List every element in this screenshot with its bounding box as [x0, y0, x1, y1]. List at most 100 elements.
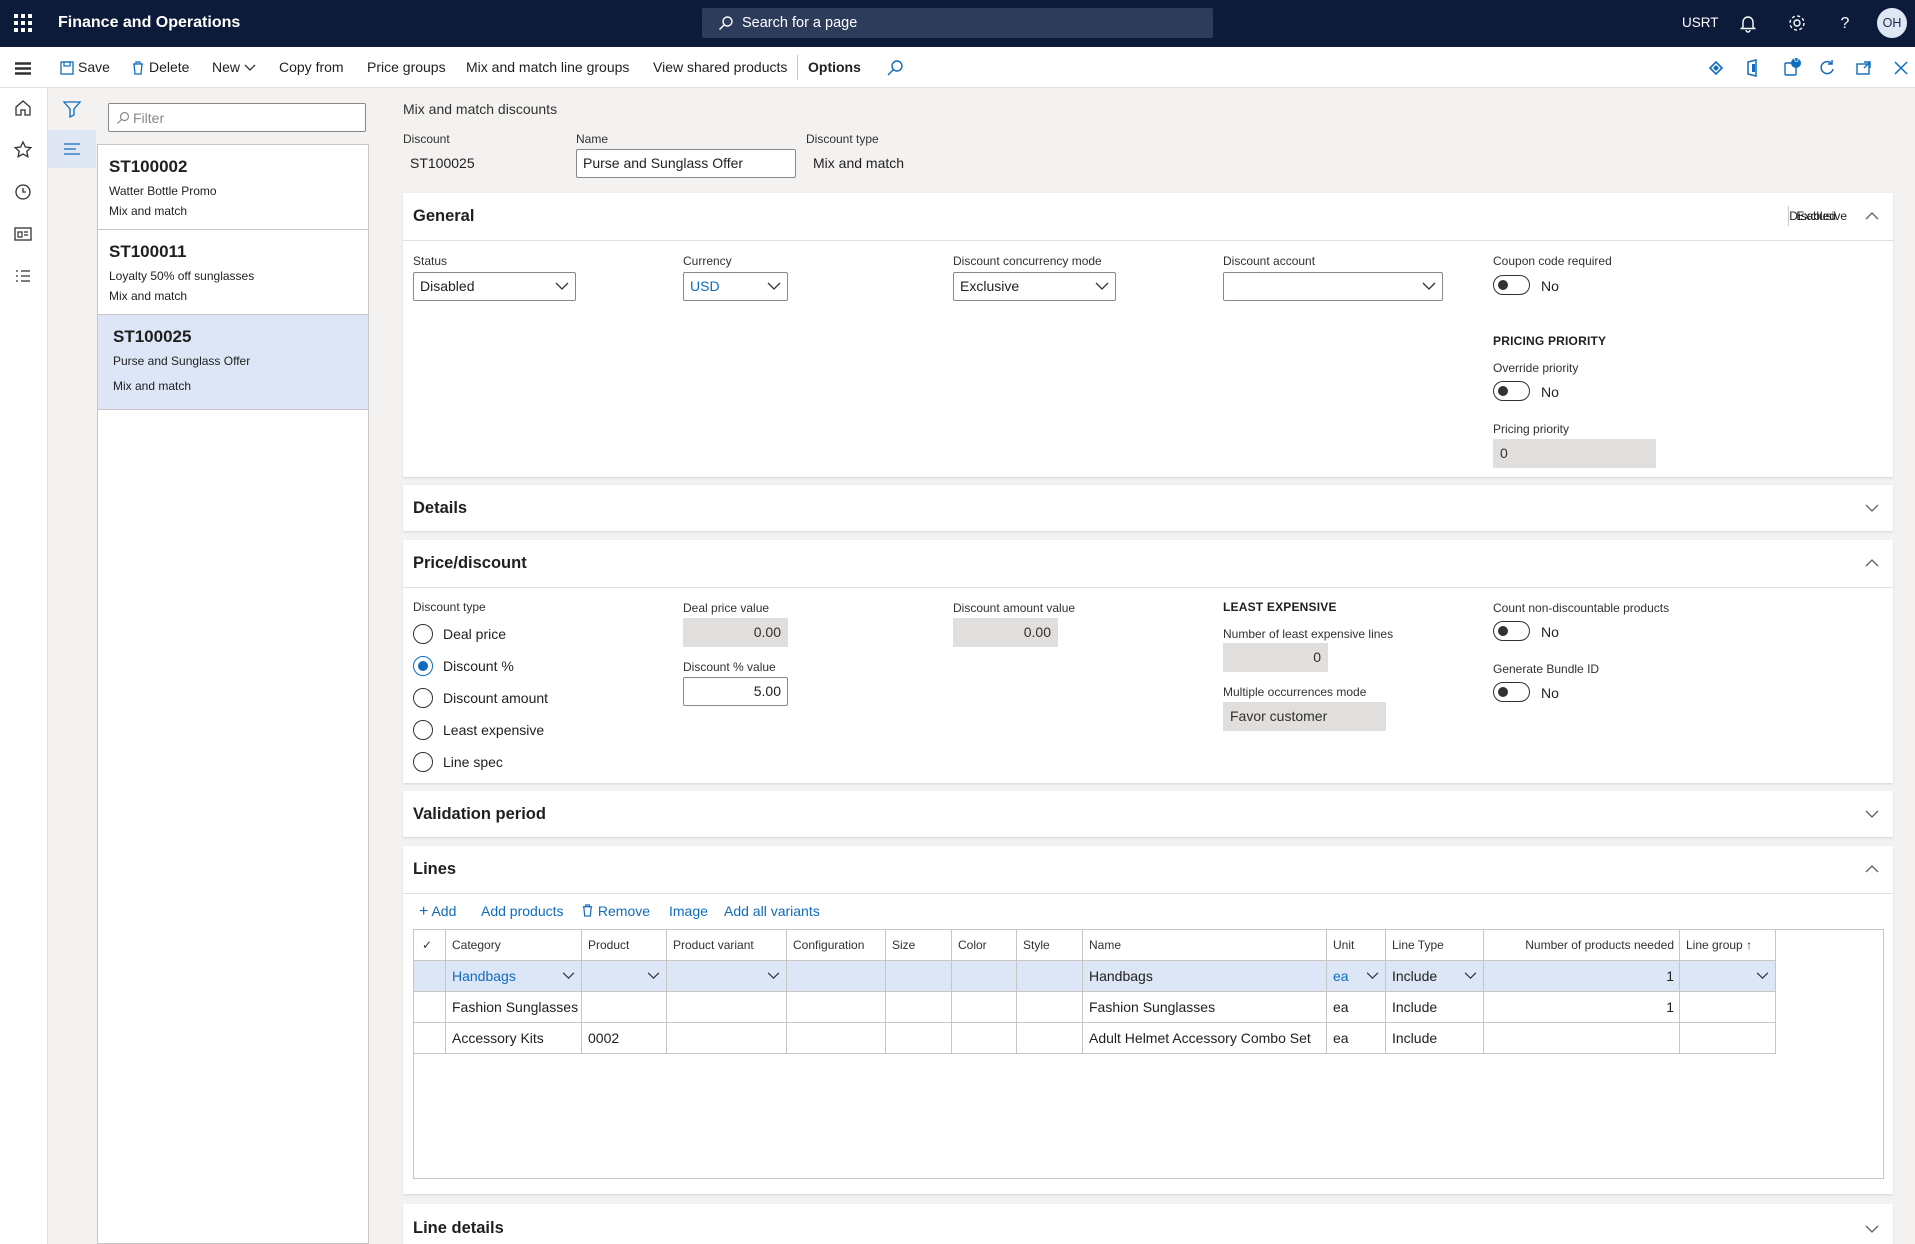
remove-button[interactable]: Remove: [581, 903, 650, 919]
cell-style[interactable]: [1017, 992, 1083, 1023]
cell-products-needed[interactable]: [1484, 1023, 1680, 1054]
image-button[interactable]: Image: [669, 903, 708, 919]
list-view-toggle[interactable]: [48, 130, 96, 168]
cell-product[interactable]: [582, 961, 667, 992]
open-new-window-icon[interactable]: [1854, 58, 1874, 78]
bundle-toggle[interactable]: [1493, 682, 1530, 702]
price-groups-button[interactable]: Price groups: [367, 47, 446, 88]
col-category[interactable]: Category: [446, 930, 582, 961]
validation-period-section[interactable]: Validation period: [403, 791, 1893, 837]
cell-configuration[interactable]: [787, 961, 886, 992]
col-style[interactable]: Style: [1017, 930, 1083, 961]
cell-size[interactable]: [886, 1023, 952, 1054]
cell-category[interactable]: Accessory Kits: [446, 1023, 582, 1054]
list-item[interactable]: ST100011 Loyalty 50% off sunglasses Mix …: [98, 230, 368, 315]
cell-line-type[interactable]: Include: [1386, 1023, 1484, 1054]
delete-button[interactable]: Delete: [131, 47, 189, 88]
discount-id-field[interactable]: ST100025: [403, 149, 567, 178]
cell-line-group[interactable]: [1680, 1023, 1776, 1054]
hamburger-menu-icon[interactable]: [12, 58, 34, 80]
cell-configuration[interactable]: [787, 992, 886, 1023]
cell-unit[interactable]: ea: [1327, 961, 1386, 992]
recent-clock-icon[interactable]: [12, 181, 34, 203]
cell-unit[interactable]: ea: [1327, 1023, 1386, 1054]
mix-match-line-groups-button[interactable]: Mix and match line groups: [466, 47, 629, 88]
price-discount-title[interactable]: Price/discount: [413, 554, 527, 573]
row-select[interactable]: [414, 1023, 446, 1054]
radio-discount-percent[interactable]: [413, 656, 433, 676]
cell-category[interactable]: Fashion Sunglasses: [446, 992, 582, 1023]
copy-from-button[interactable]: Copy from: [279, 47, 344, 88]
account-dropdown[interactable]: [1223, 272, 1443, 301]
col-product[interactable]: Product: [582, 930, 667, 961]
row-select[interactable]: [414, 961, 446, 992]
chevron-up-icon[interactable]: [1865, 558, 1879, 568]
cell-name[interactable]: Adult Helmet Accessory Combo Set: [1083, 1023, 1327, 1054]
options-tab[interactable]: Options: [808, 47, 861, 88]
cell-name[interactable]: Fashion Sunglasses: [1083, 992, 1327, 1023]
cell-product[interactable]: 0002: [582, 1023, 667, 1054]
radio-discount-amount[interactable]: [413, 688, 433, 708]
cell-color[interactable]: [952, 992, 1017, 1023]
cell-variant[interactable]: [667, 1023, 787, 1054]
discount-pct-field[interactable]: 5.00: [683, 677, 788, 706]
col-color[interactable]: Color: [952, 930, 1017, 961]
workspaces-icon[interactable]: [12, 223, 34, 245]
line-details-section[interactable]: Line details: [403, 1204, 1893, 1244]
add-products-button[interactable]: Add products: [481, 903, 564, 919]
discount-type-field[interactable]: Mix and match: [806, 149, 1026, 178]
select-all-checkbox[interactable]: ✓: [414, 930, 446, 961]
modules-list-icon[interactable]: [12, 265, 34, 287]
list-item[interactable]: ST100002 Watter Bottle Promo Mix and mat…: [98, 145, 368, 230]
override-toggle[interactable]: [1493, 381, 1530, 401]
concurrency-dropdown[interactable]: Exclusive: [953, 272, 1116, 301]
office-icon[interactable]: [1743, 58, 1763, 78]
power-apps-icon[interactable]: [1706, 58, 1726, 78]
page-search-box[interactable]: Search for a page: [702, 8, 1213, 38]
cell-product[interactable]: [582, 992, 667, 1023]
count-nondisc-toggle[interactable]: [1493, 621, 1530, 641]
app-title[interactable]: Finance and Operations: [58, 14, 240, 32]
col-name[interactable]: Name: [1083, 930, 1327, 961]
new-menu-button[interactable]: New: [212, 47, 260, 88]
cell-line-type[interactable]: Include: [1386, 992, 1484, 1023]
chevron-up-icon[interactable]: [1865, 211, 1879, 221]
view-shared-products-button[interactable]: View shared products: [653, 47, 787, 88]
col-configuration[interactable]: Configuration: [787, 930, 886, 961]
save-button[interactable]: Save: [60, 47, 110, 88]
cell-variant[interactable]: [667, 992, 787, 1023]
general-section-title[interactable]: General: [413, 207, 474, 226]
radio-least-expensive[interactable]: [413, 720, 433, 740]
add-line-button[interactable]: + Add: [419, 903, 456, 921]
cell-category[interactable]: Handbags: [446, 961, 582, 992]
lines-title[interactable]: Lines: [413, 860, 456, 879]
list-item-selected[interactable]: ST100025 Purse and Sunglass Offer Mix an…: [98, 315, 368, 410]
gear-icon[interactable]: [1786, 12, 1808, 34]
name-field[interactable]: Purse and Sunglass Offer: [576, 149, 796, 178]
cell-size[interactable]: [886, 992, 952, 1023]
cell-style[interactable]: [1017, 961, 1083, 992]
cell-size[interactable]: [886, 961, 952, 992]
radio-deal-price[interactable]: [413, 624, 433, 644]
cell-color[interactable]: [952, 1023, 1017, 1054]
cell-name[interactable]: Handbags: [1083, 961, 1327, 992]
help-icon[interactable]: ?: [1834, 12, 1856, 34]
company-picker[interactable]: USRT: [1682, 15, 1719, 30]
star-icon[interactable]: [12, 139, 34, 161]
col-line-group[interactable]: Line group ↑: [1680, 930, 1776, 961]
refresh-icon[interactable]: [1817, 58, 1837, 78]
cell-line-type[interactable]: Include: [1386, 961, 1484, 992]
coupon-toggle[interactable]: [1493, 275, 1530, 295]
cell-style[interactable]: [1017, 1023, 1083, 1054]
cell-line-group[interactable]: [1680, 961, 1776, 992]
cell-products-needed[interactable]: 1: [1484, 961, 1680, 992]
cell-color[interactable]: [952, 961, 1017, 992]
home-icon[interactable]: [12, 97, 34, 119]
bell-icon[interactable]: [1737, 12, 1759, 34]
close-icon[interactable]: [1891, 58, 1911, 78]
filter-input[interactable]: Filter: [108, 103, 366, 132]
currency-dropdown[interactable]: USD: [683, 272, 788, 301]
cell-products-needed[interactable]: 1: [1484, 992, 1680, 1023]
filter-icon[interactable]: [61, 98, 83, 120]
status-dropdown[interactable]: Disabled: [413, 272, 576, 301]
